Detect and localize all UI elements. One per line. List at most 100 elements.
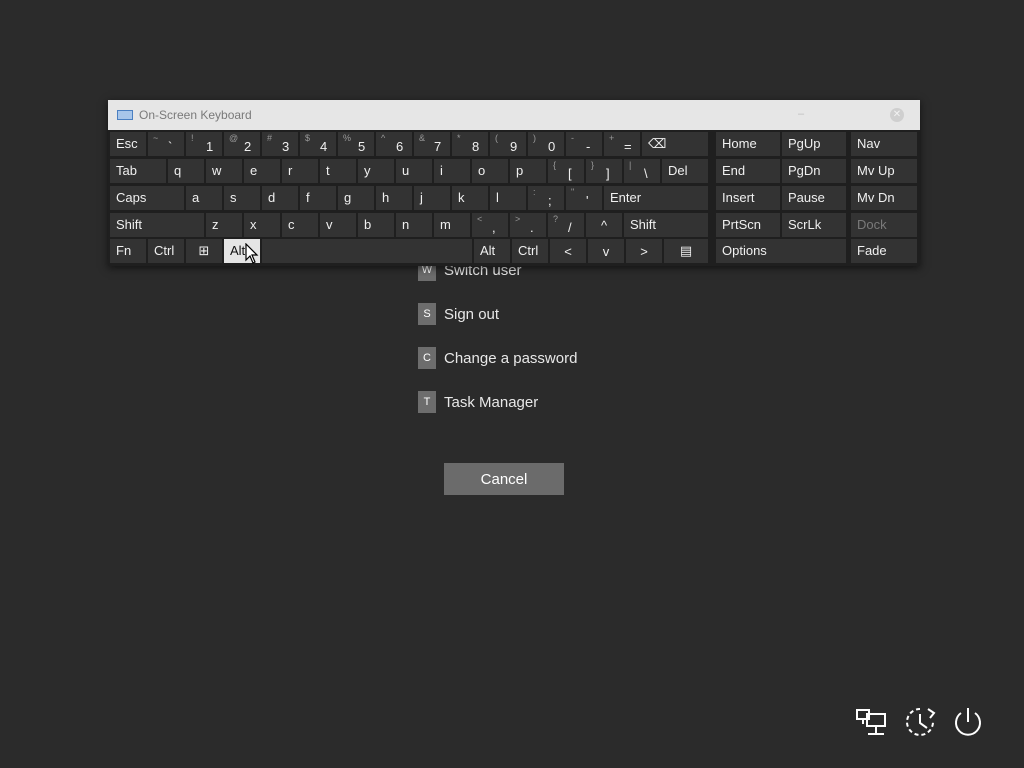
- key-7[interactable]: & 7: [414, 132, 450, 156]
- left-arrow-icon: <: [564, 243, 572, 259]
- minimize-button[interactable]: –: [798, 108, 804, 120]
- key-q[interactable]: q: [168, 159, 204, 183]
- key-v[interactable]: v: [320, 213, 356, 237]
- key-m[interactable]: m: [434, 213, 470, 237]
- key-w[interactable]: w: [206, 159, 242, 183]
- key-esc[interactable]: Esc: [110, 132, 146, 156]
- change-password-label: Change a password: [444, 349, 578, 367]
- key-home[interactable]: Home: [716, 132, 780, 156]
- power-icon[interactable]: [951, 704, 985, 740]
- key-enter[interactable]: Enter: [604, 186, 708, 210]
- key-backslash[interactable]: | \: [624, 159, 660, 183]
- close-button[interactable]: ✕: [890, 108, 904, 122]
- key-fade[interactable]: Fade: [851, 239, 917, 263]
- key-comma[interactable]: <,: [472, 213, 508, 237]
- key-shift-right[interactable]: Shift: [624, 213, 708, 237]
- key-t[interactable]: t: [320, 159, 356, 183]
- key-backspace[interactable]: ⌫: [642, 132, 708, 156]
- key-4[interactable]: $4: [300, 132, 336, 156]
- key-s[interactable]: s: [224, 186, 260, 210]
- sign-out-option[interactable]: S Sign out: [418, 302, 577, 326]
- key-nav[interactable]: Nav: [851, 132, 917, 156]
- key-o[interactable]: o: [472, 159, 508, 183]
- key-3[interactable]: #3: [262, 132, 298, 156]
- key-prtscn[interactable]: PrtScn: [716, 213, 780, 237]
- key-e[interactable]: e: [244, 159, 280, 183]
- osk-title: On-Screen Keyboard: [139, 108, 252, 122]
- key-ctrl-left[interactable]: Ctrl: [148, 239, 184, 263]
- key-down-arrow[interactable]: v: [588, 239, 624, 263]
- key-5[interactable]: % 5: [338, 132, 374, 156]
- ease-of-access-icon[interactable]: [903, 704, 937, 740]
- key-period[interactable]: >.: [510, 213, 546, 237]
- key-0[interactable]: ) 0: [528, 132, 564, 156]
- key-semicolon[interactable]: :;: [528, 186, 564, 210]
- change-password-option[interactable]: C Change a password: [418, 346, 577, 370]
- key-pgup[interactable]: PgUp: [782, 132, 846, 156]
- key-scrlk[interactable]: ScrLk: [782, 213, 846, 237]
- key-pgdn[interactable]: PgDn: [782, 159, 846, 183]
- key-y[interactable]: y: [358, 159, 394, 183]
- key-b[interactable]: b: [358, 213, 394, 237]
- key-slash[interactable]: ? /: [548, 213, 584, 237]
- key-i[interactable]: i: [434, 159, 470, 183]
- up-arrow-icon: ^: [600, 217, 608, 233]
- osk-title-bar[interactable]: On-Screen Keyboard – ✕: [108, 100, 920, 130]
- key-tab[interactable]: Tab: [110, 159, 166, 183]
- key-p[interactable]: p: [510, 159, 546, 183]
- key-x[interactable]: x: [244, 213, 280, 237]
- key-equals[interactable]: + =: [604, 132, 640, 156]
- cancel-button[interactable]: Cancel: [444, 463, 564, 495]
- key-context-menu[interactable]: ▤: [664, 239, 708, 263]
- key-r[interactable]: r: [282, 159, 318, 183]
- key-quote[interactable]: " ': [566, 186, 602, 210]
- key-mv-dn[interactable]: Mv Dn: [851, 186, 917, 210]
- task-manager-option[interactable]: T Task Manager: [418, 390, 577, 414]
- key-insert[interactable]: Insert: [716, 186, 780, 210]
- key-n[interactable]: n: [396, 213, 432, 237]
- key-g[interactable]: g: [338, 186, 374, 210]
- key-mv-up[interactable]: Mv Up: [851, 159, 917, 183]
- key-h[interactable]: h: [376, 186, 412, 210]
- change-password-key-hint: C: [418, 347, 436, 369]
- key-1[interactable]: ! 1: [186, 132, 222, 156]
- key-fn[interactable]: Fn: [110, 239, 146, 263]
- key-minus[interactable]: --: [566, 132, 602, 156]
- key-dock: Dock: [851, 213, 917, 237]
- key-up-arrow[interactable]: ^: [586, 213, 622, 237]
- key-right-arrow[interactable]: >: [626, 239, 662, 263]
- key-options[interactable]: Options: [716, 239, 846, 263]
- key-j[interactable]: j: [414, 186, 450, 210]
- key-k[interactable]: k: [452, 186, 488, 210]
- key-d[interactable]: d: [262, 186, 298, 210]
- key-u[interactable]: u: [396, 159, 432, 183]
- key-8[interactable]: * 8: [452, 132, 488, 156]
- key-9[interactable]: (9: [490, 132, 526, 156]
- key-shift-left[interactable]: Shift: [110, 213, 204, 237]
- key-2[interactable]: @2: [224, 132, 260, 156]
- key-left-arrow[interactable]: <: [550, 239, 586, 263]
- key-alt-right[interactable]: Alt: [474, 239, 510, 263]
- right-arrow-icon: >: [640, 243, 648, 259]
- key-space[interactable]: [262, 239, 472, 263]
- key-left-bracket[interactable]: {[: [548, 159, 584, 183]
- key-pause[interactable]: Pause: [782, 186, 846, 210]
- key-z[interactable]: z: [206, 213, 242, 237]
- network-icon[interactable]: [855, 704, 889, 740]
- key-caps[interactable]: Caps: [110, 186, 184, 210]
- key-right-bracket[interactable]: }]: [586, 159, 622, 183]
- key-ctrl-right[interactable]: Ctrl: [512, 239, 548, 263]
- context-menu-icon: ▤: [679, 243, 693, 258]
- key-end[interactable]: End: [716, 159, 780, 183]
- key-tilde[interactable]: ~ `: [148, 132, 184, 156]
- key-del[interactable]: Del: [662, 159, 708, 183]
- on-screen-keyboard-window: On-Screen Keyboard – ✕ Esc ~ ` ! 1 @2 #3 $…: [108, 100, 920, 266]
- key-l[interactable]: l: [490, 186, 526, 210]
- mouse-cursor-icon: [245, 243, 259, 264]
- keyboard-icon: [117, 110, 133, 120]
- key-6[interactable]: ^ 6: [376, 132, 412, 156]
- key-f[interactable]: f: [300, 186, 336, 210]
- key-c[interactable]: c: [282, 213, 318, 237]
- key-windows[interactable]: ⊞: [186, 239, 222, 263]
- key-a[interactable]: a: [186, 186, 222, 210]
